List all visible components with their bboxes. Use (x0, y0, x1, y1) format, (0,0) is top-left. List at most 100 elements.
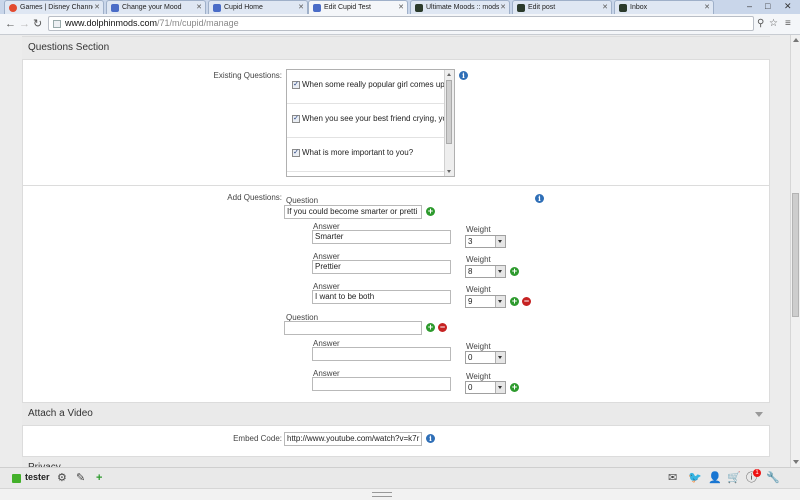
add-answer-icon[interactable]: + (510, 267, 519, 276)
add-answer-icon[interactable]: + (510, 297, 519, 306)
answer-input[interactable] (312, 347, 451, 361)
question-checkbox[interactable]: ✓ (292, 149, 300, 157)
tab-close-icon[interactable]: ✕ (398, 1, 404, 14)
scroll-down-icon[interactable] (447, 170, 451, 173)
menu-icon[interactable]: ≡ (785, 17, 791, 30)
info-icon[interactable]: i (459, 71, 468, 80)
embed-code-input[interactable]: http://www.youtube.com/watch?v=k7r (284, 432, 422, 446)
cart-icon[interactable]: 🛒 (727, 471, 741, 485)
disney-favicon-icon (9, 4, 17, 12)
answer-input[interactable]: Smarter (312, 230, 451, 244)
user-icon[interactable]: 👤 (708, 471, 722, 485)
add-icon[interactable]: + (96, 471, 102, 485)
info-icon[interactable]: i (426, 434, 435, 443)
weight-select[interactable]: 8 (465, 265, 506, 278)
edit-icon[interactable]: ✎ (76, 471, 85, 485)
wrench-icon[interactable]: 🔧 (766, 471, 780, 485)
minimize-icon[interactable]: – (747, 0, 752, 12)
list-item[interactable]: ✓ When you see your best friend crying, … (287, 104, 447, 138)
scroll-up-icon[interactable] (447, 73, 451, 76)
mail-icon[interactable]: ✉ (668, 471, 677, 485)
question-label: Question (286, 196, 319, 205)
collapse-caret-icon[interactable] (755, 412, 763, 417)
question-checkbox[interactable]: ✓ (292, 81, 300, 89)
existing-questions-label: Existing Questions: (213, 71, 282, 80)
privacy-section-header[interactable]: Privacy (22, 456, 770, 467)
site-bottom-bar: tester ⚙ ✎ + ✉ 🐦 👤 🛒 ⓘ 1 🔧 (0, 467, 800, 489)
tab-close-icon[interactable]: ✕ (94, 1, 100, 14)
tab-inbox[interactable]: Inbox ✕ (614, 0, 714, 14)
answer-input[interactable] (312, 377, 451, 391)
tab-label: Edit post (528, 4, 556, 11)
weight-select[interactable]: 0 (465, 351, 506, 364)
forum-favicon-icon (517, 4, 525, 12)
scroll-down-icon[interactable] (793, 460, 799, 464)
tab-edit-post[interactable]: Edit post ✕ (512, 0, 612, 14)
back-icon[interactable]: ← (5, 17, 16, 31)
site-favicon-icon (313, 4, 321, 12)
tab-change-mood[interactable]: Change your Mood ✕ (106, 0, 206, 14)
weight-select[interactable]: 9 (465, 295, 506, 308)
scroll-grip-icon[interactable] (372, 492, 392, 497)
maximize-icon[interactable]: □ (765, 0, 770, 12)
weight-label: Weight (466, 285, 491, 294)
info-icon[interactable]: i (535, 194, 544, 203)
tab-edit-cupid-test[interactable]: Edit Cupid Test ✕ (308, 0, 408, 14)
remove-answer-icon[interactable]: − (522, 297, 531, 306)
forum-favicon-icon (415, 4, 423, 12)
list-scrollbar[interactable] (444, 70, 454, 176)
tab-label: Ultimate Moods :: mods (426, 4, 499, 11)
section-title: Questions Section (28, 42, 110, 53)
question-input[interactable]: If you could become smarter or pretti (284, 205, 422, 219)
scroll-thumb[interactable] (446, 80, 452, 144)
tab-close-icon[interactable]: ✕ (500, 1, 506, 14)
list-item[interactable]: ✓ When some really popular girl comes up (287, 70, 446, 104)
site-favicon-icon (111, 4, 119, 12)
remove-question-icon[interactable]: − (438, 323, 447, 332)
add-questions-label: Add Questions: (227, 193, 282, 202)
add-answer-icon[interactable]: + (426, 207, 435, 216)
forward-icon[interactable]: → (19, 17, 30, 31)
weight-select[interactable]: 3 (465, 235, 506, 248)
twitter-icon[interactable]: 🐦 (688, 471, 702, 485)
tab-close-icon[interactable]: ✕ (196, 1, 202, 14)
answer-input[interactable]: Prettier (312, 260, 451, 274)
weight-label: Weight (466, 372, 491, 381)
scroll-thumb[interactable] (792, 193, 799, 317)
scroll-up-icon[interactable] (793, 38, 799, 42)
page-scrollbar[interactable] (790, 35, 800, 467)
tab-ultimate-moods[interactable]: Ultimate Moods :: mods ✕ (410, 0, 510, 14)
window-close-icon[interactable]: ✕ (784, 0, 792, 12)
reload-icon[interactable]: ↻ (33, 17, 42, 31)
add-answer-icon[interactable]: + (510, 383, 519, 392)
weight-label: Weight (466, 225, 491, 234)
horizontal-scrollbar[interactable] (0, 488, 800, 500)
question-checkbox[interactable]: ✓ (292, 115, 300, 123)
gear-icon[interactable]: ⚙ (57, 471, 67, 485)
add-answer-icon[interactable]: + (426, 323, 435, 332)
tab-label: Cupid Home (224, 4, 263, 11)
tab-close-icon[interactable]: ✕ (602, 1, 608, 14)
site-favicon-icon (213, 4, 221, 12)
weight-select[interactable]: 0 (465, 381, 506, 394)
zoom-icon[interactable]: ⚲ (757, 17, 764, 30)
answer-input[interactable]: I want to be both (312, 290, 451, 304)
username[interactable]: tester (25, 472, 50, 482)
user-status-icon (12, 474, 21, 483)
existing-questions-list[interactable]: ✓ When some really popular girl comes up… (286, 69, 455, 177)
section-title: Privacy (28, 457, 61, 467)
tab-close-icon[interactable]: ✕ (704, 1, 710, 14)
tab-close-icon[interactable]: ✕ (298, 1, 304, 14)
question-input[interactable] (284, 321, 422, 335)
tab-cupid-home[interactable]: Cupid Home ✕ (208, 0, 308, 14)
list-item[interactable]: ✓ What is more important to you? (287, 138, 446, 172)
tab-label: Games | Disney Channel (20, 4, 93, 11)
bookmark-star-icon[interactable]: ☆ (769, 17, 778, 30)
forum-favicon-icon (619, 4, 627, 12)
address-bar[interactable]: www.dolphinmods.com/71/m/cupid/manage (48, 16, 754, 31)
video-section-header[interactable]: Attach a Video (22, 402, 770, 426)
tab-label: Change your Mood (122, 4, 182, 11)
section-title: Attach a Video (28, 408, 93, 419)
tab-games-disney[interactable]: Games | Disney Channel ✕ (4, 0, 104, 14)
chevron-down-icon (495, 382, 505, 393)
